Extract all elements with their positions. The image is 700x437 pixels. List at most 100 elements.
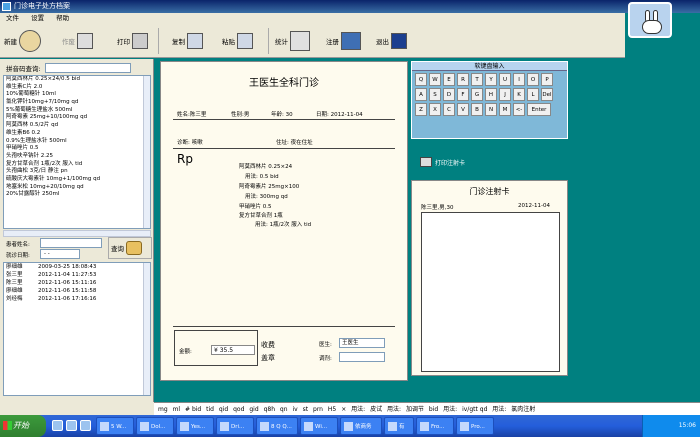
list-item[interactable]: 阿莫西林片 0.25×24/0.5 bid (4, 76, 150, 84)
drug-list[interactable]: 阿莫西林片 0.25×24/0.5 bid 维生素C片 2.0 10%葡萄糖针 … (3, 75, 151, 229)
taskbar-button[interactable]: 8 Q Q... (256, 417, 298, 435)
shortcut[interactable]: 用法: (492, 406, 506, 413)
taskbar-button[interactable]: Dol... (136, 417, 174, 435)
taskbar-button[interactable]: Pro... (456, 417, 494, 435)
address[interactable]: 夜在住址 (291, 140, 313, 146)
taskbar-button[interactable]: Fro... (416, 417, 454, 435)
rx-line[interactable]: 用法: 1瓶/2次 服入 tid (255, 220, 311, 228)
list-item[interactable]: 甲硝唑片 0.5 (4, 145, 150, 153)
list-item[interactable]: 头孢曲松 3克/日 静注 pn (4, 168, 150, 176)
patient-list[interactable]: 廖细雄 2009-03-25 18:08:43 张三里 2012-11-04 11:… (3, 262, 151, 396)
menu-settings[interactable]: 设置 (31, 14, 44, 22)
list-item[interactable]: 维生素B6 0.2 (4, 130, 150, 138)
shortcut[interactable]: H5 (328, 406, 336, 413)
list-item[interactable]: 阿莫西林 0.5/2片 qd (4, 122, 150, 130)
clock[interactable]: 15:06 (679, 422, 696, 429)
key[interactable]: Q (415, 73, 427, 86)
key[interactable]: W (429, 73, 441, 86)
key[interactable]: R (457, 73, 469, 86)
list-item[interactable]: 阿奇霉素 25mg+10/100mg qd (4, 114, 150, 122)
key[interactable]: L (527, 88, 539, 101)
list-item[interactable]: 硫酸庆大霉素针 10mg+1/100mg qd (4, 176, 150, 184)
key[interactable]: B (471, 103, 483, 116)
menu-file[interactable]: 文件 (6, 14, 19, 22)
key[interactable]: O (527, 73, 539, 86)
quicklaunch-icon[interactable] (52, 420, 63, 431)
key[interactable]: G (471, 88, 483, 101)
shortcut[interactable]: iv (292, 406, 297, 413)
shortcut[interactable]: 用法: (443, 406, 457, 413)
visit-date-input[interactable]: - - (40, 249, 80, 259)
key[interactable]: T (471, 73, 483, 86)
key[interactable]: Z (415, 103, 427, 116)
taskbar-button[interactable]: 5 W... (96, 417, 134, 435)
patient-name-input[interactable] (40, 238, 102, 248)
key[interactable]: X (429, 103, 441, 116)
key[interactable]: S (429, 88, 441, 101)
shortcut[interactable]: ml (173, 406, 181, 413)
shortcut[interactable]: mg (158, 406, 168, 413)
shortcut[interactable]: st (303, 406, 308, 413)
key[interactable]: J (499, 88, 511, 101)
rx-line[interactable]: 用法: 0.5 bid (245, 172, 279, 180)
rx-line[interactable]: 阿莫西林片 0.25×24 (239, 162, 292, 170)
enter-key[interactable]: Enter (527, 103, 551, 116)
shortcut[interactable]: gid (249, 406, 258, 413)
drug-list-hscrollbar[interactable] (3, 230, 151, 237)
delete-key[interactable]: Del (541, 88, 553, 101)
table-row[interactable]: 廖细雄 2009-03-25 18:08:43 (4, 263, 150, 271)
stats-button[interactable]: 统计 (275, 30, 310, 52)
key[interactable]: Y (485, 73, 497, 86)
table-row[interactable]: 廖细雄 2012-11-06 15:11:58 (4, 287, 150, 295)
shortcut[interactable]: qod (233, 406, 244, 413)
table-row[interactable]: 刘经梅 2012-11-06 17:16:16 (4, 295, 150, 303)
shortcut[interactable]: 加调节 (406, 406, 424, 413)
menu-help[interactable]: 帮助 (56, 14, 69, 22)
doctor-input[interactable]: 王医生 (339, 338, 385, 348)
key[interactable]: U (499, 73, 511, 86)
key[interactable]: M (499, 103, 511, 116)
patient-list-scrollbar[interactable] (143, 263, 150, 395)
table-row[interactable]: 陈三里 2012-11-06 15:11:16 (4, 279, 150, 287)
taskbar-button[interactable]: 有 (384, 417, 414, 435)
print-injection-card-button[interactable]: 打印注射卡 (420, 157, 465, 167)
start-button[interactable]: 开始 (0, 415, 46, 437)
shortcut[interactable]: 用法: (351, 406, 365, 413)
quicklaunch-icon[interactable] (66, 420, 77, 431)
shortcut[interactable]: q8h (264, 406, 275, 413)
rx-line[interactable]: 阿奇霉素片 25mg×100 (239, 182, 299, 190)
drug-search-input[interactable] (44, 63, 131, 73)
shortcut[interactable]: bid (429, 406, 438, 413)
key[interactable]: I (513, 73, 525, 86)
rx-line[interactable]: 甲硝唑片 0.5 (239, 202, 272, 210)
list-item[interactable]: 头孢呋辛钠针 2.25 (4, 153, 150, 161)
key[interactable]: K (513, 88, 525, 101)
rx-line[interactable]: 复方甘草合剂 1瓶 (239, 211, 283, 219)
drug-list-scrollbar[interactable] (143, 76, 150, 228)
list-item[interactable]: 氯化钾针10mg+7/10mg qd (4, 99, 150, 107)
key[interactable]: N (485, 103, 497, 116)
key[interactable]: V (457, 103, 469, 116)
patient-sex[interactable]: 男 (244, 112, 250, 118)
diagnosis[interactable]: 咳嗽 (192, 140, 203, 146)
key[interactable]: P (541, 73, 553, 86)
register-button[interactable]: 注册 (326, 30, 361, 52)
table-row[interactable]: 张三里 2012-11-04 11:27:53 (4, 271, 150, 279)
shortcut[interactable]: 用法: (387, 406, 401, 413)
patient-name[interactable]: 陈三里 (190, 112, 207, 118)
print-button[interactable]: 打印 (117, 30, 148, 52)
shortcut[interactable]: 皮试 (370, 406, 382, 413)
new-button[interactable]: 新建 (4, 30, 41, 52)
taskbar-button[interactable]: 依商务 (340, 417, 382, 435)
shortcut[interactable]: iv/gtt qd (462, 406, 487, 413)
list-item[interactable]: 20%甘露醇针 250ml (4, 191, 150, 199)
visit-date[interactable]: 2012-11-04 (331, 112, 363, 118)
key[interactable]: E (443, 73, 455, 86)
taskbar-button[interactable]: Yes... (176, 417, 214, 435)
shortcut[interactable]: × (341, 406, 346, 413)
taskbar-button[interactable]: Wi... (300, 417, 338, 435)
checker-input[interactable] (339, 352, 385, 362)
list-item[interactable]: 10%葡萄糖针 10ml (4, 91, 150, 99)
taskbar-button[interactable]: Dri... (216, 417, 254, 435)
key[interactable]: C (443, 103, 455, 116)
